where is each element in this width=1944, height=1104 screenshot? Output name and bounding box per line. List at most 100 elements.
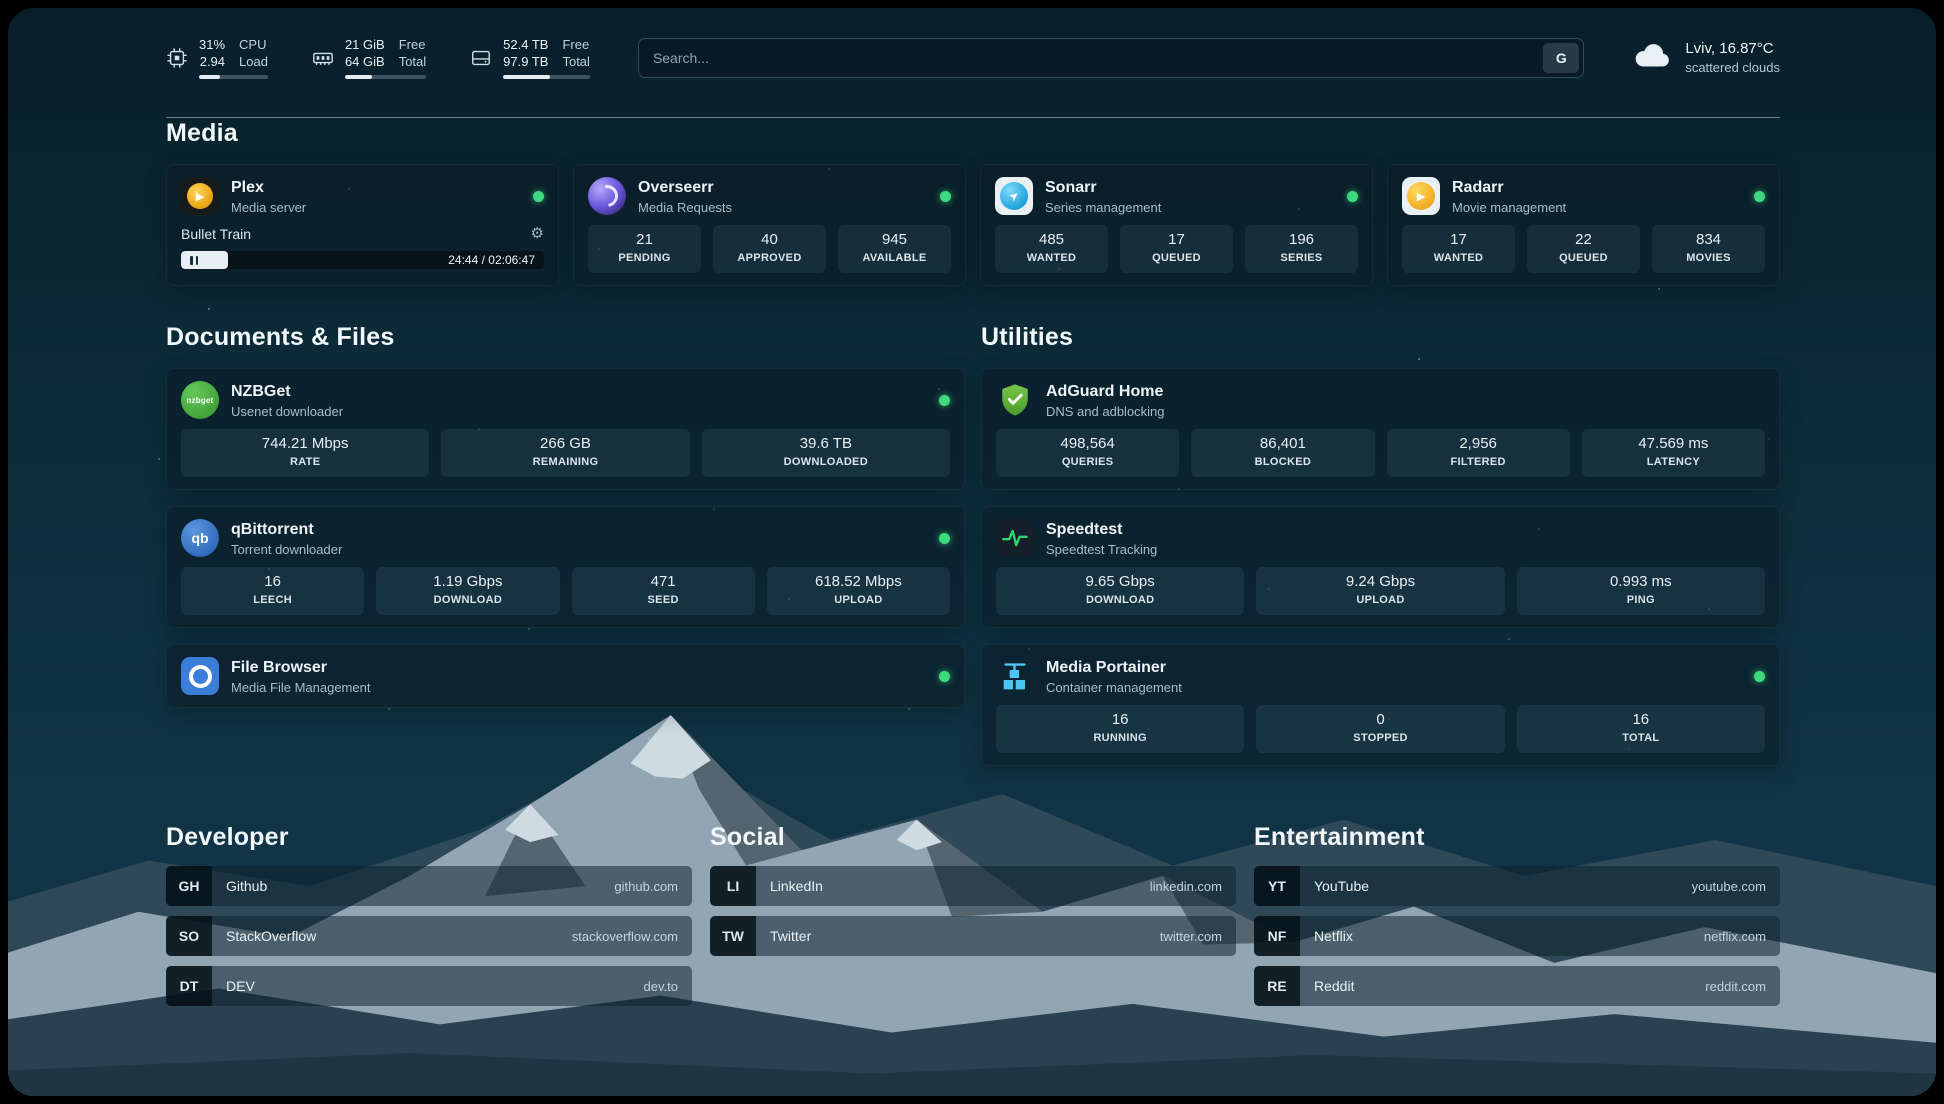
- cpu-chip-icon: [166, 47, 188, 69]
- app-card-portainer[interactable]: Media Portainer Container management 16 …: [981, 644, 1780, 766]
- bookmark-reddit[interactable]: RE Reddit reddit.com: [1254, 966, 1780, 1006]
- memory-total-value: 64 GiB: [345, 53, 385, 70]
- app-card-qbittorrent[interactable]: qb qBittorrent Torrent downloader 16 LEE…: [166, 506, 965, 628]
- disk-bar: [503, 75, 590, 79]
- filebrowser-icon: [181, 657, 219, 695]
- app-subtitle: Container management: [1046, 680, 1182, 695]
- stat-movies: 834 MOVIES: [1652, 225, 1765, 273]
- bookmark-dev[interactable]: DT DEV dev.to: [166, 966, 692, 1006]
- bookmark-url: dev.to: [644, 979, 678, 994]
- radarr-icon: ▶: [1402, 177, 1440, 215]
- nzbget-icon: nzbget: [181, 381, 219, 419]
- stat-remaining: 266 GB REMAINING: [441, 429, 689, 477]
- bookmark-abbr: LI: [710, 866, 756, 906]
- app-title: Overseerr: [638, 178, 732, 197]
- app-title: File Browser: [231, 658, 370, 677]
- adguard-shield-icon: [996, 381, 1034, 419]
- app-card-speedtest[interactable]: Speedtest Speedtest Tracking 9.65 Gbps D…: [981, 506, 1780, 628]
- plex-icon: ▶: [181, 177, 219, 215]
- cpu-load-value: 2.94: [200, 53, 225, 70]
- speedtest-pulse-icon: [996, 519, 1034, 557]
- cpu-widget: 31% 2.94 CPU Load: [166, 36, 268, 79]
- disk-free-label: Free: [562, 36, 589, 53]
- memory-free-label: Free: [399, 36, 426, 53]
- developer-bookmarks: Developer GH Github github.com SO StackO…: [166, 822, 692, 1006]
- status-dot: [939, 533, 950, 544]
- stat-rate: 744.21 Mbps RATE: [181, 429, 429, 477]
- app-title: NZBGet: [231, 382, 343, 401]
- bookmark-twitter[interactable]: TW Twitter twitter.com: [710, 916, 1236, 956]
- app-card-plex[interactable]: ▶ Plex Media server Bullet Train ⚙ 24:44…: [166, 164, 559, 286]
- bookmark-label: YouTube: [1314, 878, 1369, 894]
- app-subtitle: Torrent downloader: [231, 542, 342, 557]
- cpu-load-label: Load: [239, 53, 268, 70]
- stat-latency: 47.569 ms LATENCY: [1582, 429, 1765, 477]
- stat-available: 945 AVAILABLE: [838, 225, 951, 273]
- stat-queued: 17 QUEUED: [1120, 225, 1233, 273]
- app-card-adguard[interactable]: AdGuard Home DNS and adblocking 498,564 …: [981, 368, 1780, 490]
- stat-total: 16 TOTAL: [1517, 705, 1765, 753]
- stat-blocked: 86,401 BLOCKED: [1191, 429, 1374, 477]
- app-card-nzbget[interactable]: nzbget NZBGet Usenet downloader 744.21 M…: [166, 368, 965, 490]
- section-title-social: Social: [710, 822, 1236, 852]
- bookmark-abbr: TW: [710, 916, 756, 956]
- app-title: Plex: [231, 178, 306, 197]
- app-card-filebrowser[interactable]: File Browser Media File Management: [166, 644, 965, 708]
- stat-queries: 498,564 QUERIES: [996, 429, 1179, 477]
- cpu-percent: 31%: [199, 36, 225, 53]
- ram-icon: [312, 47, 334, 69]
- disk-free-value: 52.4 TB: [503, 36, 548, 53]
- app-subtitle: Speedtest Tracking: [1046, 542, 1157, 557]
- bookmark-abbr: YT: [1254, 866, 1300, 906]
- bookmark-github[interactable]: GH Github github.com: [166, 866, 692, 906]
- bookmark-label: Twitter: [770, 928, 811, 944]
- status-dot: [533, 191, 544, 202]
- stat-downloaded: 39.6 TB DOWNLOADED: [702, 429, 950, 477]
- dashboard: 31% 2.94 CPU Load: [8, 8, 1936, 1096]
- bookmark-netflix[interactable]: NF Netflix netflix.com: [1254, 916, 1780, 956]
- settings-gear-icon[interactable]: ⚙: [531, 226, 544, 241]
- playback-progress-bar[interactable]: 24:44 / 02:06:47: [181, 251, 544, 269]
- bookmark-url: youtube.com: [1692, 879, 1766, 894]
- disk-total-value: 97.9 TB: [503, 53, 548, 70]
- app-title: Radarr: [1452, 178, 1566, 197]
- stat-running: 16 RUNNING: [996, 705, 1244, 753]
- bookmark-label: Reddit: [1314, 978, 1354, 994]
- bookmark-url: stackoverflow.com: [572, 929, 678, 944]
- bookmark-label: Github: [226, 878, 267, 894]
- app-card-sonarr[interactable]: ➤ Sonarr Series management 485 WANTED 17…: [980, 164, 1373, 286]
- memory-total-label: Total: [399, 53, 426, 70]
- bookmark-url: netflix.com: [1704, 929, 1766, 944]
- social-bookmarks: Social LI LinkedIn linkedin.com TW Twitt…: [710, 822, 1236, 956]
- weather-widget: Lviv, 16.87°C scattered clouds: [1630, 40, 1780, 75]
- status-dot: [939, 671, 950, 682]
- section-title-media: Media: [166, 118, 1780, 148]
- search-input[interactable]: [639, 50, 1543, 66]
- weather-location: Lviv, 16.87°C: [1685, 40, 1780, 57]
- bookmark-abbr: GH: [166, 866, 212, 906]
- app-card-radarr[interactable]: ▶ Radarr Movie management 17 WANTED 22 Q…: [1387, 164, 1780, 286]
- documents-column: Documents & Files nzbget NZBGet Usenet d…: [166, 322, 965, 708]
- stat-ping: 0.993 ms PING: [1517, 567, 1765, 615]
- bookmark-youtube[interactable]: YT YouTube youtube.com: [1254, 866, 1780, 906]
- bookmark-label: DEV: [226, 978, 255, 994]
- bookmark-linkedin[interactable]: LI LinkedIn linkedin.com: [710, 866, 1236, 906]
- status-dot: [1347, 191, 1358, 202]
- status-dot: [940, 191, 951, 202]
- search-bar[interactable]: G: [638, 38, 1584, 78]
- section-title-entertainment: Entertainment: [1254, 822, 1780, 852]
- stat-series: 196 SERIES: [1245, 225, 1358, 273]
- sonarr-icon: ➤: [995, 177, 1033, 215]
- stat-queued: 22 QUEUED: [1527, 225, 1640, 273]
- app-card-overseerr[interactable]: Overseerr Media Requests 21 PENDING 40 A…: [573, 164, 966, 286]
- stat-stopped: 0 STOPPED: [1256, 705, 1504, 753]
- stat-leech: 16 LEECH: [181, 567, 364, 615]
- bookmark-stackoverflow[interactable]: SO StackOverflow stackoverflow.com: [166, 916, 692, 956]
- utilities-column: Utilities: [981, 322, 1780, 766]
- qbittorrent-icon: qb: [181, 519, 219, 557]
- bookmark-abbr: NF: [1254, 916, 1300, 956]
- pause-icon[interactable]: [190, 256, 198, 265]
- bookmark-url: github.com: [614, 879, 678, 894]
- search-engine-button[interactable]: G: [1543, 43, 1579, 73]
- memory-widget: 21 GiB 64 GiB Free Total: [312, 36, 426, 79]
